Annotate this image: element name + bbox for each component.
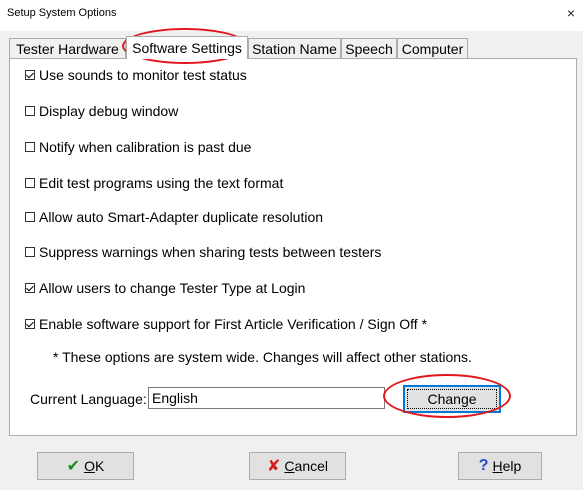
option-label: Edit test programs using the text format [39,175,284,191]
tab-speech[interactable]: Speech [341,38,397,58]
option-display-debug[interactable]: Display debug window [25,102,178,120]
current-language-field[interactable]: English [148,387,385,409]
checkbox[interactable] [25,247,35,257]
current-language-label: Current Language: [30,391,147,407]
tab-computer[interactable]: Computer [397,38,468,58]
option-label: Allow users to change Tester Type at Log… [39,280,306,296]
checkbox[interactable] [25,142,35,152]
checkbox[interactable] [25,178,35,188]
option-label: Suppress warnings when sharing tests bet… [39,244,382,260]
system-wide-note: * These options are system wide. Changes… [53,349,472,365]
option-change-tester-type[interactable]: Allow users to change Tester Type at Log… [25,279,305,297]
option-label: Use sounds to monitor test status [39,67,247,83]
option-label: Notify when calibration is past due [39,139,252,155]
option-suppress-warnings[interactable]: Suppress warnings when sharing tests bet… [25,243,381,261]
option-edit-text-format[interactable]: Edit test programs using the text format [25,174,283,192]
option-label: Enable software support for First Articl… [39,316,428,332]
option-use-sounds[interactable]: Use sounds to monitor test status [25,66,247,84]
help-label: Help [492,458,522,474]
option-label: Allow auto Smart-Adapter duplicate resol… [39,209,324,225]
checkbox[interactable] [25,106,35,116]
close-icon[interactable]: × [567,5,575,21]
option-notify-calibration[interactable]: Notify when calibration is past due [25,138,251,156]
option-smart-adapter[interactable]: Allow auto Smart-Adapter duplicate resol… [25,208,323,226]
cancel-label: Cancel [284,458,328,474]
help-button[interactable]: ? Help [458,452,542,480]
tab-station-name[interactable]: Station Name [248,38,341,58]
tab-software-settings[interactable]: Software Settings [126,36,248,59]
checkbox[interactable] [25,283,35,293]
cancel-button[interactable]: ✘ Cancel [249,452,346,480]
checkbox[interactable] [25,319,35,329]
check-icon: ✔ [66,458,81,475]
ok-button[interactable]: ✔ OK [37,452,134,480]
x-icon: ✘ [267,458,281,475]
change-label: Change [427,391,477,407]
option-first-article[interactable]: Enable software support for First Articl… [25,315,427,333]
checkbox[interactable] [25,70,35,80]
ok-label: OK [84,458,105,474]
title-bar: Setup System Options × [0,0,583,31]
question-icon: ? [478,457,489,474]
checkbox[interactable] [25,212,35,222]
tab-tester-hardware[interactable]: Tester Hardware [9,38,126,58]
software-settings-panel: Use sounds to monitor test status Displa… [9,58,577,436]
change-language-button[interactable]: Change [403,385,501,413]
window-title: Setup System Options [7,7,117,19]
option-label: Display debug window [39,103,179,119]
